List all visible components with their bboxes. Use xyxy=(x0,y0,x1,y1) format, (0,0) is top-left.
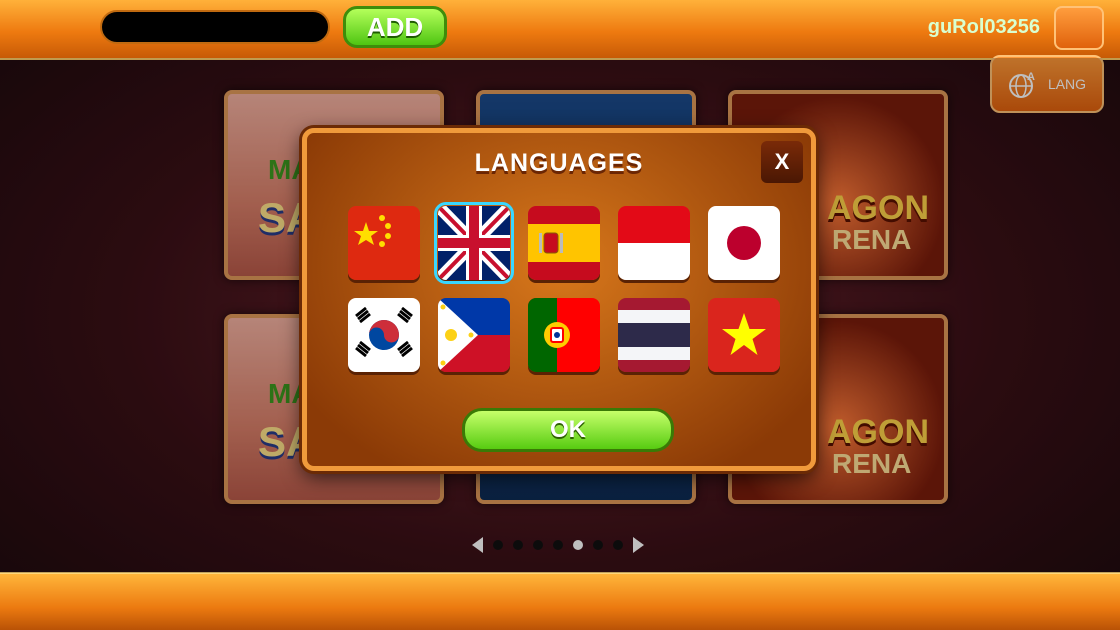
add-button[interactable]: ADD xyxy=(343,6,447,48)
spain-flag-icon[interactable] xyxy=(528,206,600,280)
avatar[interactable] xyxy=(1054,6,1104,50)
footer-bar xyxy=(0,572,1120,630)
uk-flag-icon[interactable] xyxy=(434,202,514,284)
dialog-title: LANGUAGES xyxy=(474,149,644,177)
philippines-flag-icon[interactable] xyxy=(438,298,510,372)
search-input[interactable] xyxy=(100,10,330,44)
username: guRol03256 xyxy=(927,16,1040,38)
top-bar: ADD guRol03256 xyxy=(0,0,1120,60)
indonesia-flag-icon[interactable] xyxy=(618,206,690,280)
china-flag-icon[interactable] xyxy=(348,206,420,280)
languages-dialog: LANGUAGES X OK xyxy=(302,128,816,471)
korea-flag-icon[interactable] xyxy=(348,298,420,372)
japan-flag-icon[interactable] xyxy=(708,206,780,280)
thailand-flag-icon[interactable] xyxy=(618,298,690,372)
portugal-flag-icon[interactable] xyxy=(528,298,600,372)
ok-button[interactable]: OK xyxy=(462,408,674,452)
vietnam-flag-icon[interactable] xyxy=(708,298,780,372)
close-button[interactable]: X xyxy=(761,141,803,183)
